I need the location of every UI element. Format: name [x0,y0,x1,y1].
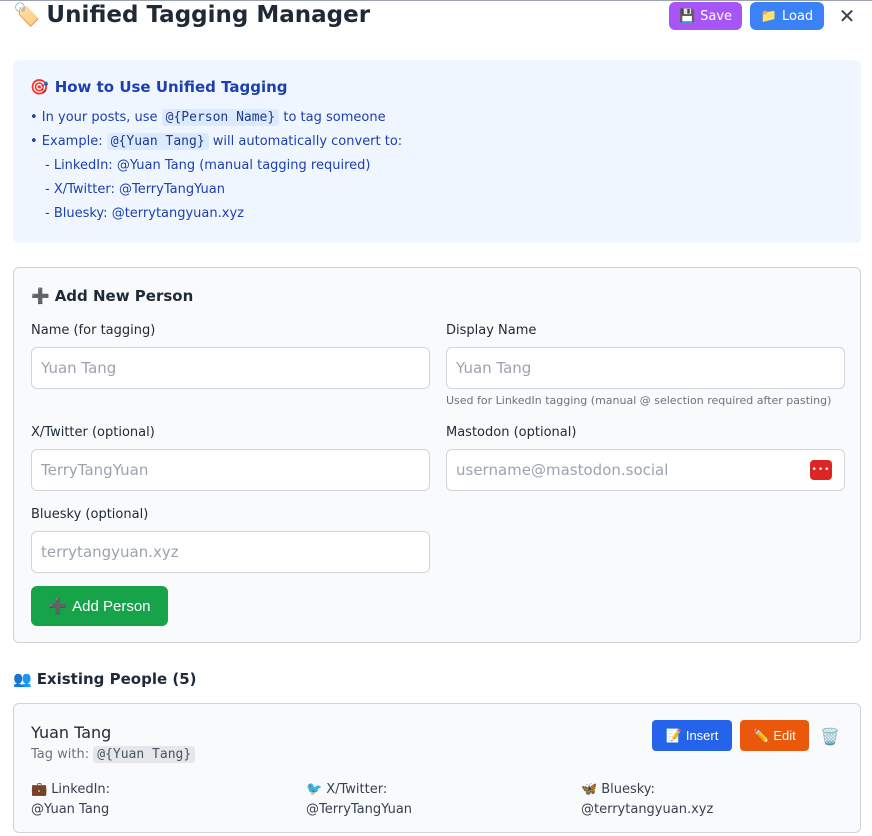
name-field-group: Name (for tagging) Yuan Tang [31,323,430,389]
how-to-bluesky-line: - Bluesky: @terrytangyuan.xyz [45,206,244,221]
bird-icon: 🐦 [306,782,323,797]
mastodon-label: Mastodon (optional) [446,425,577,440]
save-label: Save [700,8,733,24]
mastodon-placeholder: username@mastodon.social [456,461,669,479]
memo-icon: 📝 [665,727,682,743]
twitter-field-group: X/Twitter (optional) TerryTangYuan [31,425,430,491]
how-to-line-2-post: will automatically convert to: [212,134,403,149]
linkedin-value: @Yuan Tang [31,802,110,817]
how-to-panel: 🎯 How to Use Unified Tagging • In your p… [13,60,861,243]
how-to-title-text: How to Use Unified Tagging [54,78,288,96]
password-manager-icon[interactable]: ••• [810,460,832,480]
edit-label: Edit [773,728,796,743]
bluesky-label: Bluesky (optional) [31,507,149,522]
linkedin-info: 💼 LinkedIn: @Yuan Tang [31,780,110,820]
edit-button[interactable]: ✏️ Edit [740,720,809,751]
person-card: Yuan Tang Tag with: @{Yuan Tang} 📝 Inser… [13,703,861,833]
how-to-line-2-pre: • Example: [30,134,103,149]
bluesky-info-label: Bluesky: [601,782,655,797]
add-person-title-text: Add New Person [54,287,194,305]
add-person-label: Add Person [72,597,151,615]
header: 🏷️ Unified Tagging Manager 💾 Save 📁 Load … [13,0,859,34]
bluesky-info: 🦋 Bluesky: @terrytangyuan.xyz [581,780,713,820]
how-to-linkedin-line: - LinkedIn: @Yuan Tang (manual tagging r… [45,158,371,173]
display-name-field-group: Display Name Yuan Tang Used for LinkedIn… [446,323,845,407]
load-button[interactable]: 📁 Load [750,2,824,30]
briefcase-icon: 💼 [31,782,48,797]
pencil-icon: ✏️ [753,727,770,743]
existing-people-title: 👥 Existing People (5) [13,670,197,688]
how-to-line-1-pre: • In your posts, use [30,110,158,125]
how-to-twitter-line: - X/Twitter: @TerryTangYuan [45,182,225,197]
example-tag-code: @{Yuan Tang} [106,133,209,150]
mastodon-field-group: Mastodon (optional) username@mastodon.so… [446,425,845,491]
add-person-card: ➕ Add New Person Name (for tagging) Yuan… [13,267,861,643]
twitter-info: 🐦 X/Twitter: @TerryTangYuan [306,780,412,820]
page-title: 🏷️ Unified Tagging Manager [13,2,370,28]
name-input[interactable]: Yuan Tang [31,347,430,389]
bluesky-input[interactable]: terrytangyuan.xyz [31,531,430,573]
trash-icon[interactable]: 🗑️ [819,725,841,747]
insert-label: Insert [685,728,719,743]
plus-icon: ➕ [48,598,68,615]
tag-prefix: Tag with: [31,747,90,762]
how-to-line-1-post: to tag someone [283,110,386,125]
name-label: Name (for tagging) [31,323,156,338]
twitter-label: X/Twitter (optional) [31,425,155,440]
butterfly-icon: 🦋 [581,782,598,797]
save-button[interactable]: 💾 Save [669,2,742,30]
page-title-text: Unified Tagging Manager [46,2,371,28]
display-name-input[interactable]: Yuan Tang [446,347,845,389]
how-to-line-1: • In your posts, use @{Person Name} to t… [30,107,844,131]
linkedin-label: LinkedIn: [51,782,111,797]
folder-icon: 📁 [760,8,777,24]
add-person-button[interactable]: ➕ Add Person [31,586,168,626]
people-icon: 👥 [13,670,32,688]
person-tag-code: @{Yuan Tang} [93,746,196,763]
twitter-value: @TerryTangYuan [306,802,413,817]
how-to-line-2: • Example: @{Yuan Tang} will automatical… [30,131,844,155]
display-name-hint: Used for LinkedIn tagging (manual @ sele… [446,394,832,407]
bluesky-field-group: Bluesky (optional) terrytangyuan.xyz [31,507,430,573]
tag-syntax-code: @{Person Name} [161,109,280,126]
existing-people-title-text: Existing People (5) [36,670,197,688]
plus-icon: ➕ [31,287,50,305]
bluesky-value: @terrytangyuan.xyz [581,802,714,817]
how-to-title: 🎯 How to Use Unified Tagging [30,78,844,96]
add-person-title: ➕ Add New Person [31,287,193,305]
close-icon[interactable]: ✕ [837,4,857,28]
person-tag: Tag with: @{Yuan Tang} [31,746,196,763]
twitter-input[interactable]: TerryTangYuan [31,449,430,491]
twitter-info-label: X/Twitter: [326,782,388,797]
mastodon-input[interactable]: username@mastodon.social ••• [446,449,845,491]
person-name: Yuan Tang [31,723,112,742]
display-name-label: Display Name [446,323,537,338]
floppy-disk-icon: 💾 [678,8,696,24]
load-label: Load [782,8,814,24]
tag-icon: 🏷️ [13,3,41,28]
insert-button[interactable]: 📝 Insert [652,720,732,751]
target-icon: 🎯 [30,78,49,96]
